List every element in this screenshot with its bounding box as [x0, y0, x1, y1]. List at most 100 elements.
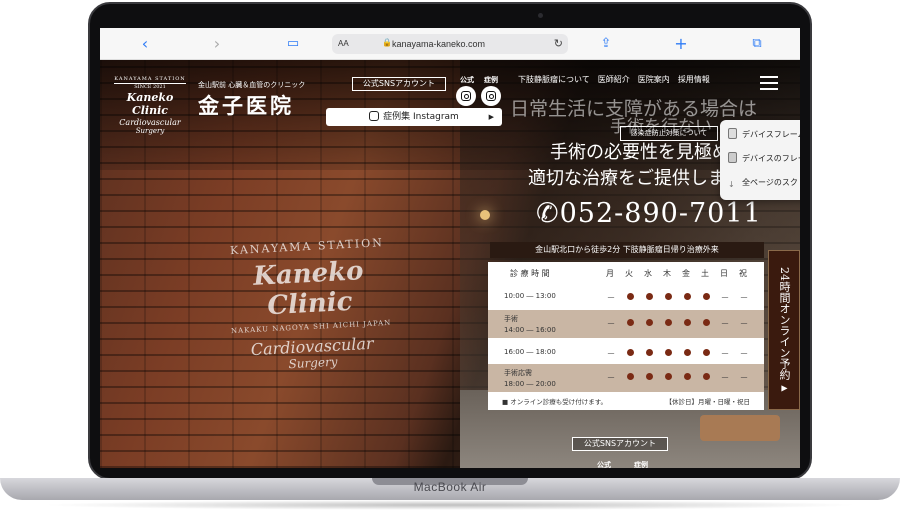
- screen: ‹ › ▭ AA 🔒 kanayama-kaneko.com ↻ ⇪ + ⧉ K…: [100, 28, 800, 468]
- schedule-title: 金山駅北口から徒歩2分 下肢静脈瘤日帰り治療外来: [490, 242, 764, 258]
- back-icon[interactable]: ‹: [136, 35, 154, 53]
- open-mark: [701, 373, 711, 382]
- closed-mark: —: [607, 349, 615, 357]
- day-wed: 水: [644, 269, 652, 278]
- open-mark: [663, 349, 673, 358]
- device-icon: [728, 128, 737, 139]
- closed-mark: —: [721, 293, 729, 301]
- chair: [700, 415, 780, 441]
- instagram-official-icon[interactable]: [456, 86, 476, 106]
- sns-official-label: 公式: [460, 76, 474, 84]
- open-mark: [701, 319, 711, 328]
- ceiling-lamp: [480, 210, 490, 220]
- clinic-name[interactable]: 金子医院: [198, 90, 294, 120]
- nav-item-varicose[interactable]: 下肢静脈瘤について: [518, 75, 590, 84]
- closed-mark: —: [721, 349, 729, 357]
- schedule-table: 診 療 時 間 月 火 水 木 金 土 日 祝 10:00 ― 13:00 — …: [488, 262, 764, 410]
- sns-label: 公式SNSアカウント: [352, 77, 446, 91]
- open-mark: [663, 293, 673, 302]
- download-icon: ↓: [728, 180, 735, 189]
- main-nav: 下肢静脈瘤について 医師紹介 医院案内 採用情報: [518, 74, 718, 85]
- schedule-row: 手術応需 18:00 ― 20:00 — — —: [488, 364, 764, 392]
- open-mark: [682, 319, 692, 328]
- open-mark: [644, 293, 654, 302]
- camera-dot: [538, 13, 543, 18]
- wall-sign: KANAYAMA STATION Kaneko Clinic NAKAKU NA…: [229, 236, 392, 372]
- lock-icon: 🔒: [382, 38, 392, 47]
- arrow-right-icon: ▶: [780, 383, 789, 393]
- menu-item-device-frame[interactable]: デバイスフレーム: [728, 128, 800, 142]
- open-mark: [644, 349, 654, 358]
- url-text: kanayama-kaneko.com: [392, 39, 486, 49]
- footer-sns-label: 公式SNSアカウント: [572, 437, 668, 451]
- schedule-header-label: 診 療 時 間: [510, 269, 550, 278]
- text-size-button[interactable]: AA: [338, 39, 349, 48]
- day-fri: 金: [682, 269, 690, 278]
- closed-mark: —: [721, 373, 729, 381]
- clinic-subtitle: 金山駅前 心臓＆血管のクリニック: [198, 81, 306, 89]
- open-mark: [644, 373, 654, 382]
- menu-icon[interactable]: [760, 76, 778, 90]
- day-sat: 土: [701, 269, 709, 278]
- laptop-frame: MacBook Air ‹ › ▭ AA 🔒 kanayama-kaneko.c…: [0, 0, 900, 517]
- open-mark: [663, 319, 673, 328]
- arrow-right-icon: ▶: [488, 113, 494, 121]
- nav-item-doctor[interactable]: 医師紹介: [598, 75, 630, 84]
- open-mark: [625, 319, 635, 328]
- closed-mark: —: [607, 373, 615, 381]
- browser-toolbar: ‹ › ▭ AA 🔒 kanayama-kaneko.com ↻ ⇪ + ⧉: [100, 28, 800, 60]
- day-sun: 日: [720, 269, 728, 278]
- nav-item-clinic[interactable]: 医院案内: [638, 75, 670, 84]
- online-booking-button[interactable]: 24時間オンライン予約 ▶: [768, 250, 800, 410]
- open-mark: [701, 293, 711, 302]
- menu-item-device-frame-2[interactable]: デバイスのフレー: [728, 152, 800, 166]
- open-mark: [701, 349, 711, 358]
- context-menu: デバイスフレーム デバイスのフレー ↓ 全ページのスク: [720, 120, 800, 200]
- open-mark: [644, 319, 654, 328]
- schedule-row: 手術 14:00 ― 16:00 — — —: [488, 310, 764, 338]
- open-mark: [625, 349, 635, 358]
- day-tue: 火: [625, 269, 633, 278]
- nav-item-recruit[interactable]: 採用情報: [678, 75, 710, 84]
- open-mark: [682, 349, 692, 358]
- address-bar[interactable]: AA 🔒 kanayama-kaneko.com ↻: [332, 34, 568, 54]
- footer-sns-cases-label: 症例: [634, 461, 648, 468]
- device-label: MacBook Air: [413, 480, 487, 494]
- menu-item-full-page[interactable]: ↓ 全ページのスク: [728, 176, 798, 190]
- open-mark: [625, 373, 635, 382]
- open-mark: [625, 293, 635, 302]
- forward-icon[interactable]: ›: [208, 35, 226, 53]
- online-consultation-note: ■ オンライン診療も受け付けます。: [502, 398, 608, 406]
- phone-number[interactable]: ✆052-890-7011: [536, 198, 762, 229]
- clinic-logo[interactable]: KANAYAMA STATION SINCE 2021 Kaneko Clini…: [114, 76, 186, 135]
- holiday-note: 【休診日】月曜・日曜・祝日: [665, 398, 751, 406]
- day-thu: 木: [663, 269, 671, 278]
- frame-icon: [728, 152, 737, 163]
- web-page: KANAYAMA STATION Kaneko Clinic NAKAKU NA…: [100, 60, 800, 468]
- bookmarks-icon[interactable]: ▭: [284, 35, 302, 53]
- reload-icon[interactable]: ↻: [554, 37, 563, 50]
- instagram-icon: [369, 111, 380, 121]
- day-mon: 月: [606, 269, 614, 278]
- open-mark: [663, 373, 673, 382]
- closed-mark: —: [721, 319, 729, 327]
- closed-mark: —: [740, 349, 748, 357]
- share-icon[interactable]: ⇪: [597, 35, 615, 53]
- day-holiday: 祝: [739, 269, 747, 278]
- hero-line-3: 適切な治療をご提供します: [528, 168, 744, 189]
- instagram-cases-icon[interactable]: [481, 86, 501, 106]
- sns-cases-label: 症例: [484, 76, 498, 84]
- closed-mark: —: [607, 319, 615, 327]
- tabs-icon[interactable]: ⧉: [748, 35, 766, 53]
- hero-line-2: 手術の必要性を見極め: [550, 142, 730, 163]
- footer-sns-official-label: 公式: [597, 461, 611, 468]
- laptop-shadow: [40, 500, 860, 510]
- closed-mark: —: [740, 293, 748, 301]
- closed-mark: —: [607, 293, 615, 301]
- open-mark: [682, 293, 692, 302]
- closed-mark: —: [740, 373, 748, 381]
- instagram-cases-button[interactable]: 症例集 Instagram ▶: [326, 108, 502, 126]
- closed-mark: —: [740, 319, 748, 327]
- new-tab-icon[interactable]: +: [672, 35, 690, 53]
- open-mark: [682, 373, 692, 382]
